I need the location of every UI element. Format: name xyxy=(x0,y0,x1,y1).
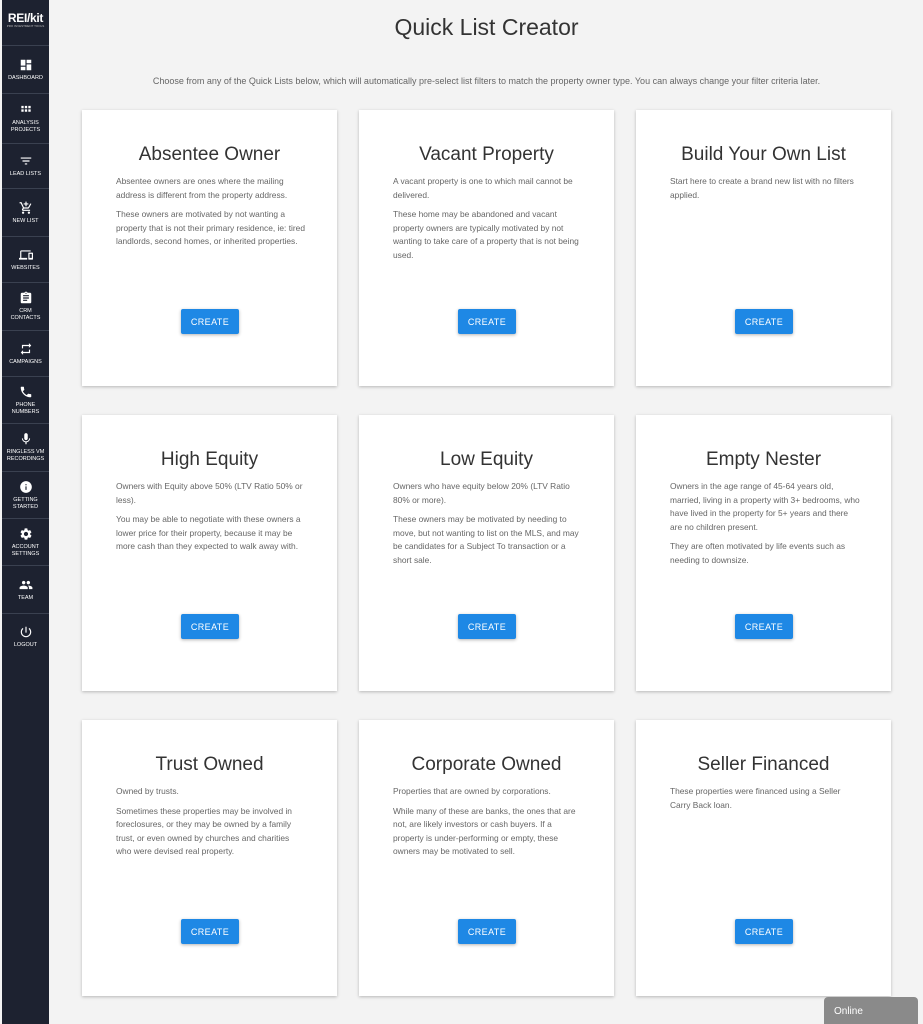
card-title: Vacant Property xyxy=(419,144,554,165)
logo[interactable]: REI/kit PRO INVESTMENT TOOLS xyxy=(2,0,49,46)
sidebar-item-ringless-vm[interactable]: RINGLESS VM RECORDINGS xyxy=(2,424,49,472)
logo-tagline: PRO INVESTMENT TOOLS xyxy=(6,24,45,28)
create-button[interactable]: CREATE xyxy=(458,919,516,944)
quick-list-card: Corporate Owned Properties that are owne… xyxy=(359,720,614,996)
card-description: A vacant property is one to which mail c… xyxy=(393,175,583,268)
card-paragraph: Properties that are owned by corporation… xyxy=(393,786,551,796)
power-icon xyxy=(19,625,33,639)
sidebar-item-label: WEBSITES xyxy=(11,264,40,271)
card-paragraph: These owners are motivated by not wantin… xyxy=(116,209,305,246)
sidebar-item-label: CAMPAIGNS xyxy=(9,358,42,365)
card-title: Trust Owned xyxy=(155,754,264,775)
sidebar-item-label: DASHBOARD xyxy=(8,74,43,81)
card-title: Low Equity xyxy=(440,449,533,470)
card-title: Corporate Owned xyxy=(411,754,562,775)
cart-add-icon xyxy=(19,201,33,215)
card-paragraph: Owners who have equity below 20% (LTV Ra… xyxy=(393,481,570,505)
card-paragraph: These home may be abandoned and vacant p… xyxy=(393,209,579,260)
sidebar-item-label: NEW LIST xyxy=(12,217,39,224)
card-paragraph: Absentee owners are ones where the maili… xyxy=(116,176,288,200)
sidebar: REI/kit PRO INVESTMENT TOOLS DASHBOARD A… xyxy=(2,0,49,1024)
card-paragraph: You may be able to negotiate with these … xyxy=(116,514,301,551)
quick-list-card: Vacant Property A vacant property is one… xyxy=(359,110,614,386)
card-paragraph: Owned by trusts. xyxy=(116,786,179,796)
card-description: Properties that are owned by corporation… xyxy=(393,785,583,865)
filter-icon xyxy=(19,154,33,168)
dashboard-icon xyxy=(19,58,33,72)
info-icon xyxy=(19,480,33,494)
create-button[interactable]: CREATE xyxy=(181,309,239,334)
sidebar-item-crm-contacts[interactable]: CRM CONTACTS xyxy=(2,283,49,331)
create-button[interactable]: CREATE xyxy=(458,614,516,639)
sidebar-item-label: RINGLESS VM RECORDINGS xyxy=(6,449,45,462)
card-paragraph: These owners may be motivated by needing… xyxy=(393,514,579,565)
people-icon xyxy=(19,578,33,592)
sidebar-item-phone-numbers[interactable]: PHONE NUMBERS xyxy=(2,377,49,424)
sidebar-item-dashboard[interactable]: DASHBOARD xyxy=(2,46,49,94)
card-description: Absentee owners are ones where the maili… xyxy=(116,175,306,255)
card-paragraph: Start here to create a brand new list wi… xyxy=(670,176,854,200)
card-paragraph: While many of these are banks, the ones … xyxy=(393,805,576,857)
quick-list-card: Build Your Own List Start here to create… xyxy=(636,110,891,386)
gear-icon xyxy=(19,527,33,541)
sidebar-item-team[interactable]: TEAM xyxy=(2,566,49,614)
quick-list-card: Trust Owned Owned by trusts. Sometimes t… xyxy=(82,720,337,996)
sidebar-item-lead-lists[interactable]: LEAD LISTS xyxy=(2,144,49,189)
sidebar-item-new-list[interactable]: NEW LIST xyxy=(2,189,49,237)
mic-icon xyxy=(19,432,33,446)
quick-list-card: Low Equity Owners who have equity below … xyxy=(359,415,614,691)
card-paragraph: Owners in the age range of 45-64 years o… xyxy=(670,481,860,532)
phone-icon xyxy=(19,385,33,399)
card-title: Absentee Owner xyxy=(138,144,281,165)
create-button[interactable]: CREATE xyxy=(735,309,793,334)
card-description: Owned by trusts. Sometimes these propert… xyxy=(116,785,306,865)
page-subtitle: Choose from any of the Quick Lists below… xyxy=(152,76,821,86)
sidebar-item-label: LEAD LISTS xyxy=(9,171,42,177)
card-description: Owners who have equity below 20% (LTV Ra… xyxy=(393,480,583,573)
card-paragraph: Sometimes these properties may be involv… xyxy=(116,805,292,857)
sidebar-item-label: GETTING STARTED xyxy=(12,496,39,510)
sidebar-item-label: CRM CONTACTS xyxy=(10,308,41,321)
quick-list-card: Seller Financed These properties were fi… xyxy=(636,720,891,996)
card-title: Empty Nester xyxy=(705,449,822,470)
card-description: These properties were financed using a S… xyxy=(670,785,860,818)
quick-list-card: Empty Nester Owners in the age range of … xyxy=(636,415,891,691)
sidebar-item-account-settings[interactable]: ACCOUNT SETTINGS xyxy=(2,519,49,566)
sidebar-item-getting-started[interactable]: GETTING STARTED xyxy=(2,472,49,519)
grid-icon xyxy=(19,103,33,117)
logo-text: REI/kit xyxy=(7,11,44,25)
card-paragraph: A vacant property is one to which mail c… xyxy=(393,176,573,200)
card-paragraph: Owners with Equity above 50% (LTV Ratio … xyxy=(116,481,303,505)
create-button[interactable]: CREATE xyxy=(181,614,239,639)
card-description: Start here to create a brand new list wi… xyxy=(670,175,860,208)
create-button[interactable]: CREATE xyxy=(735,919,793,944)
sidebar-item-label: LOGOUT xyxy=(13,642,38,648)
card-title: Seller Financed xyxy=(697,754,830,775)
create-button[interactable]: CREATE xyxy=(181,919,239,944)
sidebar-item-logout[interactable]: LOGOUT xyxy=(2,614,49,660)
sidebar-item-analysis-projects[interactable]: ANALYSIS PROJECTS xyxy=(2,94,49,144)
sidebar-item-websites[interactable]: WEBSITES xyxy=(2,237,49,283)
card-description: Owners in the age range of 45-64 years o… xyxy=(670,480,860,573)
sidebar-item-label: TEAM xyxy=(17,594,34,601)
card-title: Build Your Own List xyxy=(681,144,846,165)
card-description: Owners with Equity above 50% (LTV Ratio … xyxy=(116,480,306,560)
card-title: High Equity xyxy=(160,449,259,470)
sidebar-item-label: PHONE NUMBERS xyxy=(11,401,40,415)
clipboard-icon xyxy=(19,291,33,305)
page-title: Quick List Creator xyxy=(394,14,579,40)
sidebar-item-campaigns[interactable]: CAMPAIGNS xyxy=(2,331,49,377)
devices-icon xyxy=(18,248,33,262)
repeat-icon xyxy=(19,342,33,356)
quick-list-card: High Equity Owners with Equity above 50%… xyxy=(82,415,337,691)
quick-list-card: Absentee Owner Absentee owners are ones … xyxy=(82,110,337,386)
sidebar-item-label: ANALYSIS PROJECTS xyxy=(10,120,41,133)
create-button[interactable]: CREATE xyxy=(458,309,516,334)
create-button[interactable]: CREATE xyxy=(735,614,793,639)
card-paragraph: These properties were financed using a S… xyxy=(670,786,841,810)
sidebar-item-label: ACCOUNT SETTINGS xyxy=(11,543,40,557)
card-paragraph: They are often motivated by life events … xyxy=(670,541,846,565)
chat-status-tab[interactable]: Online xyxy=(824,997,918,1024)
